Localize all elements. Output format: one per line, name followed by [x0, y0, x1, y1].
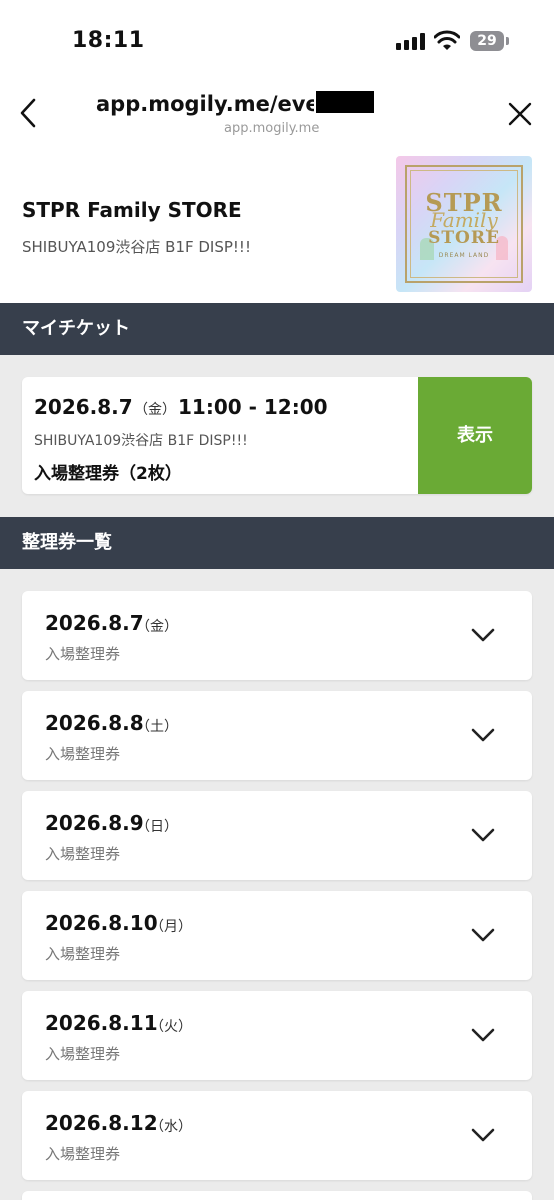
- list-item-date: 2026.8.10: [45, 911, 158, 935]
- list-item-type: 入場整理券: [45, 745, 121, 763]
- ticket-location: SHIBUYA109渋谷店 B1F DISP!!!: [34, 433, 248, 449]
- store-logo: STPR Family STORE DREAM LAND: [396, 156, 532, 292]
- list-item-type: 入場整理券: [45, 1045, 121, 1063]
- chevron-down-icon[interactable]: [470, 627, 496, 643]
- store-header: STPR Family STORE SHIBUYA109渋谷店 B1F DISP…: [0, 146, 554, 304]
- show-ticket-button[interactable]: 表示: [418, 377, 532, 494]
- store-name: STPR Family STORE: [22, 198, 242, 222]
- list-item-date: 2026.8.12: [45, 1111, 158, 1135]
- ticket-list-item[interactable]: 2026.8.10 （月） 入場整理券: [22, 891, 532, 980]
- close-icon[interactable]: [506, 100, 534, 128]
- cellular-signal-icon: [396, 32, 426, 50]
- chevron-down-icon[interactable]: [470, 1027, 496, 1043]
- browser-url-bar: app.mogily.me/eve app.mogily.me: [0, 70, 554, 146]
- url-redaction: [316, 91, 374, 113]
- my-tickets-heading: マイチケット: [0, 303, 554, 355]
- list-item-type: 入場整理券: [45, 945, 121, 963]
- chevron-down-icon[interactable]: [470, 927, 496, 943]
- ticket-list-item[interactable]: 2026.8.7 （金） 入場整理券: [22, 591, 532, 680]
- wifi-icon: [434, 30, 460, 50]
- list-item-date: 2026.8.11: [45, 1011, 158, 1035]
- list-item-weekday: （火）: [150, 1019, 192, 1035]
- list-item-weekday: （金）: [136, 619, 178, 635]
- status-time: 18:11: [72, 28, 145, 53]
- ticket-time: 11:00 - 12:00: [178, 395, 328, 419]
- url-domain: app.mogily.me: [224, 121, 320, 136]
- logo-text-store: STORE: [428, 228, 500, 248]
- list-item-weekday: （日）: [136, 819, 178, 835]
- battery-icon: 29: [470, 31, 504, 51]
- ticket-list-heading: 整理券一覧: [0, 517, 554, 569]
- store-location: SHIBUYA109渋谷店 B1F DISP!!!: [22, 238, 251, 256]
- ticket-list-item-partial[interactable]: [22, 1191, 532, 1200]
- ticket-weekday: （金）: [134, 402, 176, 418]
- list-item-date: 2026.8.7: [45, 611, 144, 635]
- list-item-type: 入場整理券: [45, 645, 121, 663]
- my-ticket-card: 2026.8.7 （金） 11:00 - 12:00 SHIBUYA109渋谷店…: [22, 377, 532, 494]
- list-item-weekday: （水）: [150, 1119, 192, 1135]
- logo-text-dreamland: DREAM LAND: [438, 252, 490, 259]
- ticket-list-item[interactable]: 2026.8.8 （土） 入場整理券: [22, 691, 532, 780]
- list-item-date: 2026.8.8: [45, 711, 144, 735]
- status-bar: 18:11 29: [0, 0, 554, 70]
- chevron-down-icon[interactable]: [470, 827, 496, 843]
- ticket-date: 2026.8.7: [34, 395, 133, 419]
- chevron-down-icon[interactable]: [470, 727, 496, 743]
- ticket-type: 入場整理券（2枚）: [34, 464, 182, 484]
- battery-tip: [506, 37, 509, 45]
- chevron-down-icon[interactable]: [470, 1127, 496, 1143]
- ticket-list-item[interactable]: 2026.8.12 （水） 入場整理券: [22, 1091, 532, 1180]
- url-text[interactable]: app.mogily.me/eve: [96, 92, 314, 116]
- ticket-list-item[interactable]: 2026.8.11 （火） 入場整理券: [22, 991, 532, 1080]
- back-arrow-icon[interactable]: [14, 96, 44, 130]
- ticket-list-item[interactable]: 2026.8.9 （日） 入場整理券: [22, 791, 532, 880]
- list-item-weekday: （土）: [136, 719, 178, 735]
- list-item-type: 入場整理券: [45, 1145, 121, 1163]
- list-item-date: 2026.8.9: [45, 811, 144, 835]
- list-item-weekday: （月）: [150, 919, 192, 935]
- list-item-type: 入場整理券: [45, 845, 121, 863]
